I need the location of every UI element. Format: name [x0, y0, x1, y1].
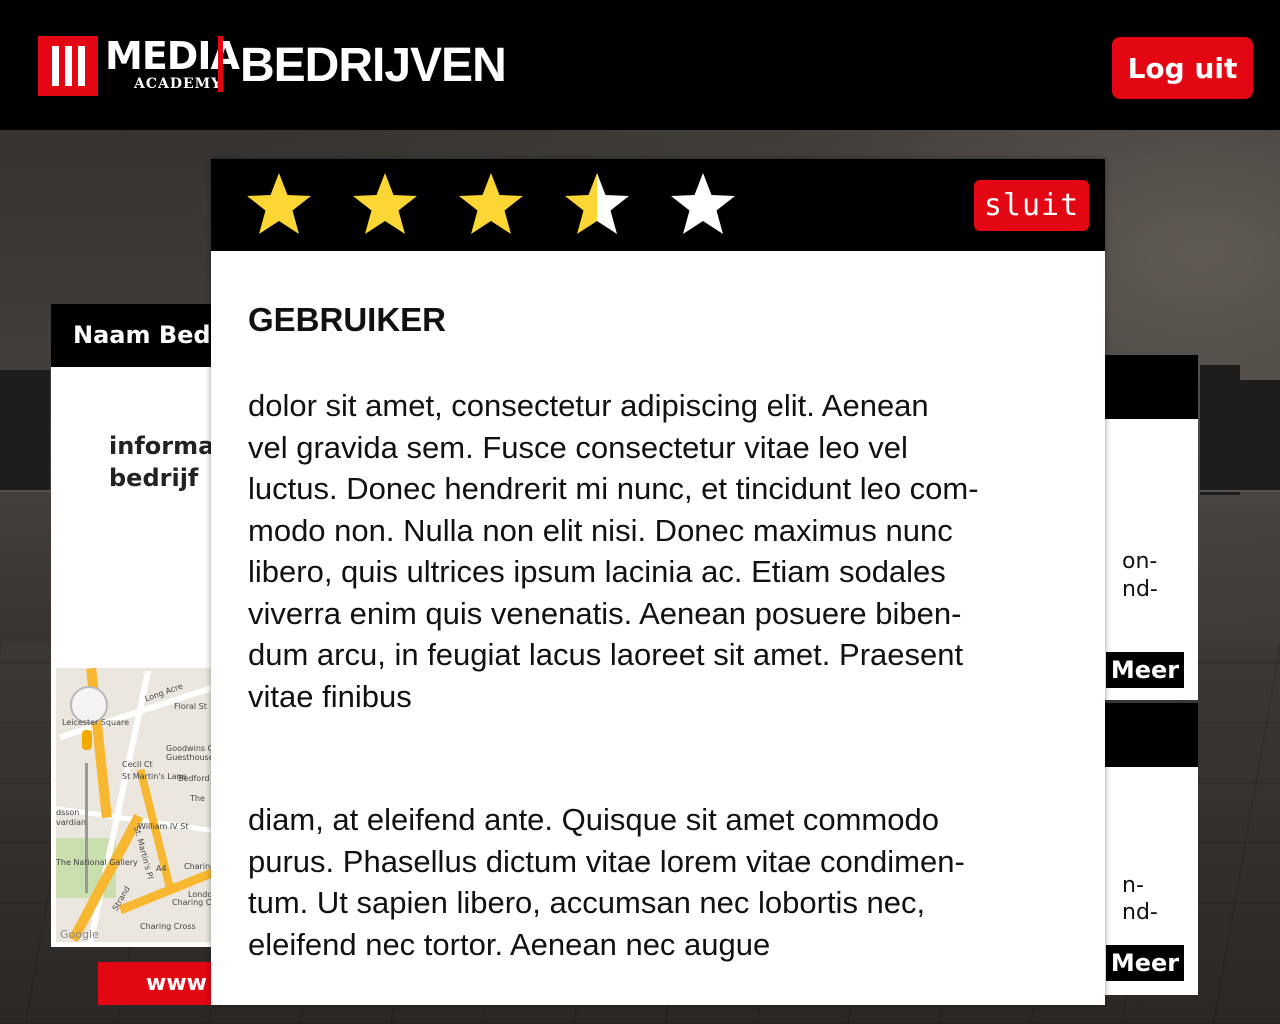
map-label: Cecil Ct — [122, 760, 153, 769]
map-label: vardian — [56, 818, 87, 827]
star-icon[interactable] — [669, 171, 775, 239]
map-label: A4 — [156, 864, 167, 873]
building-silhouette — [1240, 380, 1280, 490]
map-zoom-slider[interactable] — [85, 763, 88, 893]
company-name: Naam Bed — [51, 304, 221, 367]
company-card-text: nd- — [1122, 900, 1158, 925]
company-card: on- nd- Meer — [1090, 355, 1198, 700]
top-header: MEDIA ACADEMY BEDRIJVEN Log uit — [0, 0, 1280, 130]
pegman-icon[interactable] — [82, 730, 92, 750]
more-button[interactable]: Meer — [1106, 652, 1184, 688]
page-title: BEDRIJVEN — [240, 39, 507, 92]
logo-mark-icon — [38, 36, 98, 96]
review-text: diam, at eleifend ante. Quisque sit amet… — [248, 802, 965, 962]
company-card-header — [1090, 355, 1198, 419]
company-card: n- nd- Meer — [1090, 703, 1198, 995]
map-label: The — [190, 794, 205, 803]
company-website-link[interactable]: www — [98, 962, 228, 1005]
company-card-text: on- — [1122, 549, 1158, 574]
company-map[interactable]: Long Acre Floral St Leicester Square Goo… — [56, 668, 221, 942]
company-card-header — [1090, 703, 1198, 767]
review-modal: sluit GEBRUIKER dolor sit amet, consecte… — [211, 159, 1105, 1005]
map-label: The National Gallery — [56, 858, 138, 867]
building-silhouette — [1200, 365, 1240, 495]
company-card-text: nd- — [1122, 577, 1158, 602]
google-logo: Google — [60, 928, 99, 941]
logo-divider — [218, 36, 223, 92]
building-silhouette — [0, 370, 50, 490]
map-label: Bedford — [178, 774, 210, 783]
close-button[interactable]: sluit — [974, 180, 1089, 231]
company-card-text: n- — [1122, 873, 1144, 898]
map-label: Floral St — [174, 702, 207, 711]
media-academy-logo[interactable]: MEDIA ACADEMY — [38, 36, 240, 96]
map-label: St Martin's Lane — [122, 772, 187, 781]
more-button[interactable]: Meer — [1106, 945, 1184, 981]
review-text: dolor sit amet, consectetur adipiscing e… — [248, 388, 979, 714]
logo-text-sub: ACADEMY — [134, 76, 223, 92]
modal-header: sluit — [211, 159, 1105, 251]
map-label: dsson — [56, 808, 80, 817]
map-label: Leicester Square — [62, 718, 130, 727]
review-user-name: GEBRUIKER — [248, 301, 447, 338]
company-info-line: informa — [109, 432, 215, 460]
star-icon[interactable] — [245, 171, 351, 239]
company-info-line: bedrijf — [109, 464, 199, 492]
map-label: William IV St — [138, 822, 189, 831]
star-icon[interactable] — [563, 171, 669, 239]
map-label: Guesthouse — [166, 753, 214, 762]
star-rating[interactable] — [245, 171, 775, 239]
company-card: Naam Bed informa bedrijf Long Acre Flora… — [51, 304, 221, 947]
map-label: Charing Cross — [140, 922, 196, 931]
company-info: informa bedrijf — [109, 430, 214, 494]
star-icon[interactable] — [351, 171, 457, 239]
star-icon[interactable] — [457, 171, 563, 239]
logout-button[interactable]: Log uit — [1112, 37, 1253, 99]
